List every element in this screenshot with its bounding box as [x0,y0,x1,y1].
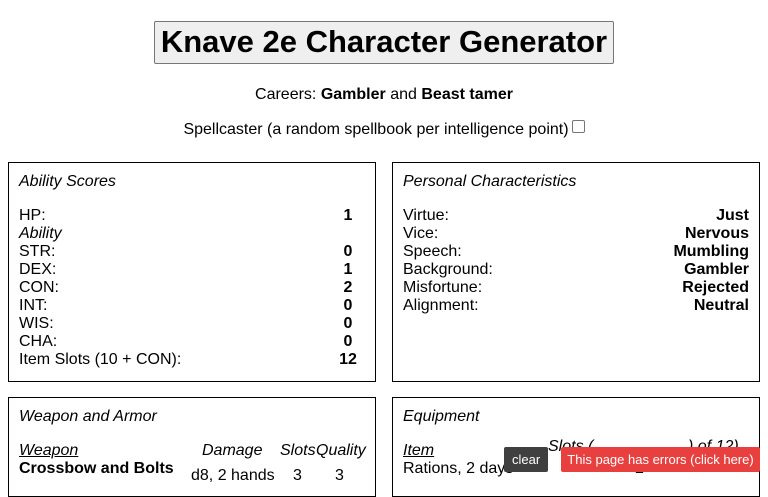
trait-value: Rejected [682,279,749,296]
trait-row: Virtue: Just [403,207,749,225]
weapon-table: Weapon Damage Slots Quality Crossbow and… [19,442,366,484]
trait-value: Just [716,207,749,224]
trait-label: Background: [403,261,493,278]
trait-label: Vice: [403,225,439,242]
stat-value: 2 [343,279,353,296]
trait-row: Alignment: Neutral [403,297,749,315]
careers-line: Careers: Gambler and Beast tamer [0,86,768,104]
weapon-armor-title: Weapon and Armor [19,408,157,425]
stat-row: INT: 0 [19,297,365,315]
trait-row: Speech: Mumbling [403,243,749,261]
equipment-item-name: Rations, 2 days [403,460,514,477]
stat-value: 0 [343,333,353,350]
trait-label: Alignment: [403,297,479,314]
title-area: Knave 2e Character Generator [0,21,768,64]
stat-value: 0 [343,315,353,332]
hp-label: HP: [19,207,46,224]
item-slots-label: Item Slots (10 + CON): [19,351,182,368]
weapon-slots: 3 [293,467,302,484]
stat-label: STR: [19,243,56,260]
trait-value: Mumbling [673,243,749,260]
ability-heading: Ability [19,225,62,242]
spellcaster-label: Spellcaster (a random spellbook per inte… [183,121,569,138]
errors-notice-button[interactable]: This page has errors (click here) [561,447,760,472]
hp-row: HP: 1 [19,207,365,225]
spellcaster-option: Spellcaster (a random spellbook per inte… [0,120,768,139]
generate-button[interactable]: Knave 2e Character Generator [153,21,615,64]
personal-title: Personal Characteristics [403,173,577,190]
trait-row: Background: Gambler [403,261,749,279]
stat-value: 1 [343,261,353,278]
weapon-damage: d8, 2 hands [191,467,275,484]
item-slots-row: Item Slots (10 + CON): 12 [19,351,365,369]
stat-value: 0 [343,243,353,260]
item-slots-value: 12 [339,351,357,368]
career-second: Beast tamer [421,86,513,103]
trait-value: Neutral [693,297,749,314]
equipment-title: Equipment [403,408,480,425]
careers-label: Careers: [255,86,317,103]
weapon-name: Crossbow and Bolts [19,460,174,477]
weapon-armor-panel: Weapon and Armor Weapon Damage Slots Qua… [8,397,376,497]
stat-row: STR: 0 [19,243,365,261]
stat-row: WIS: 0 [19,315,365,333]
trait-row: Vice: Nervous [403,225,749,243]
trait-value: Gambler [684,261,749,278]
stat-label: WIS: [19,315,54,332]
careers-joiner: and [390,86,417,103]
quality-header: Quality [316,442,366,459]
trait-label: Misfortune: [403,279,483,296]
stat-row: DEX: 1 [19,261,365,279]
weapon-quality: 3 [335,467,344,484]
stat-label: INT: [19,297,48,314]
stat-label: DEX: [19,261,57,278]
trait-label: Speech: [403,243,462,260]
clear-errors-button[interactable]: clear [504,447,549,472]
slots-header: Slots [280,442,316,459]
trait-row: Misfortune: Rejected [403,279,749,297]
ability-scores-panel: Ability Scores HP: 1 Ability STR: 0 DEX:… [8,162,376,382]
personal-characteristics-panel: Personal Characteristics Virtue: Just Vi… [392,162,760,382]
stat-row: CHA: 0 [19,333,365,351]
ability-scores-title: Ability Scores [19,173,116,190]
weapon-header: Weapon [19,442,79,459]
hp-value: 1 [343,207,353,224]
trait-label: Virtue: [403,207,449,224]
career-first: Gambler [320,86,386,103]
stat-value: 0 [343,297,353,314]
stat-label: CON: [19,279,59,296]
stat-label: CHA: [19,333,58,350]
stat-row: CON: 2 [19,279,365,297]
item-header: Item [403,442,435,459]
spellcaster-checkbox[interactable] [571,120,585,133]
trait-value: Nervous [684,225,749,242]
damage-header: Damage [202,442,263,459]
